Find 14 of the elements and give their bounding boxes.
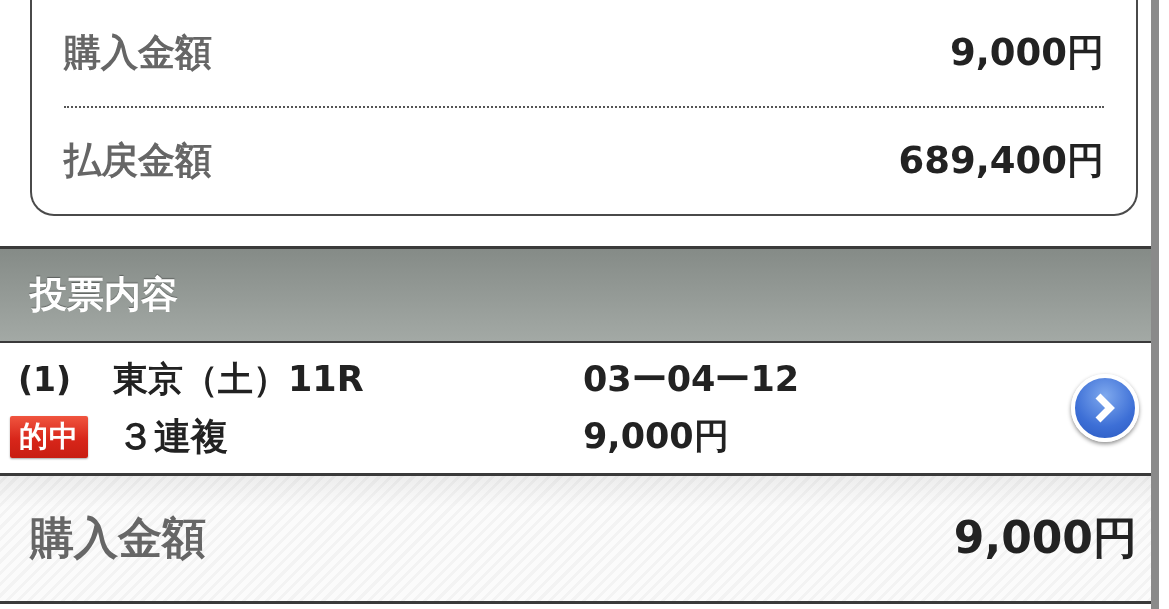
bet-type: ３連複 [116,413,228,460]
race-name: 東京（土）11R [113,358,364,401]
bet-amount: 9,000円 [583,415,729,458]
total-value: 9,000円 [953,511,1137,565]
summary-value: 689,400円 [898,138,1104,184]
total-label: 購入金額 [30,511,206,565]
summary-value: 9,000円 [949,30,1104,76]
horse-combination: 03ー04ー12 [583,358,800,401]
hit-badge: 的中 [10,415,88,458]
chevron-right-icon [1094,392,1116,424]
bet-number: (1) [17,360,72,399]
section-title: 投票内容 [30,272,178,318]
summary-label: 購入金額 [64,30,212,76]
summary-label: 払戻金額 [64,138,212,184]
